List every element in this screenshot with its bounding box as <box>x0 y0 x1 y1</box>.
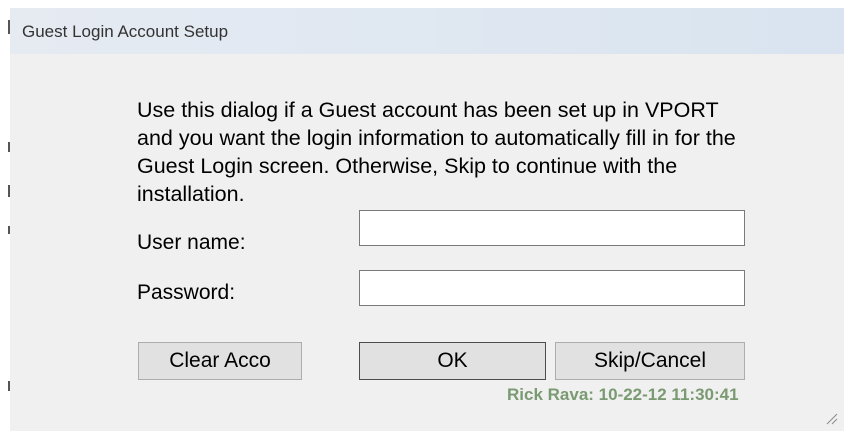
description-text: Use this dialog if a Guest account has b… <box>137 98 736 206</box>
title-bar[interactable]: Guest Login Account Setup <box>10 8 844 54</box>
ok-button[interactable]: OK <box>359 342 546 380</box>
password-input[interactable] <box>359 270 745 306</box>
clear-account-button[interactable]: Clear Acco <box>138 342 302 380</box>
resize-grip-icon[interactable] <box>824 411 838 425</box>
guest-login-dialog: Guest Login Account Setup Use this dialo… <box>10 8 844 431</box>
password-label: Password: <box>137 281 236 304</box>
background-window-edge <box>0 0 10 431</box>
dialog-title: Guest Login Account Setup <box>22 22 229 41</box>
description-area: Use this dialog if a Guest account has b… <box>137 96 757 211</box>
username-label: User name: <box>137 231 246 254</box>
username-input[interactable] <box>359 210 745 246</box>
timestamp-watermark: Rick Rava: 10-22-12 11:30:41 <box>507 385 739 404</box>
skip-cancel-button[interactable]: Skip/Cancel <box>555 342 745 380</box>
